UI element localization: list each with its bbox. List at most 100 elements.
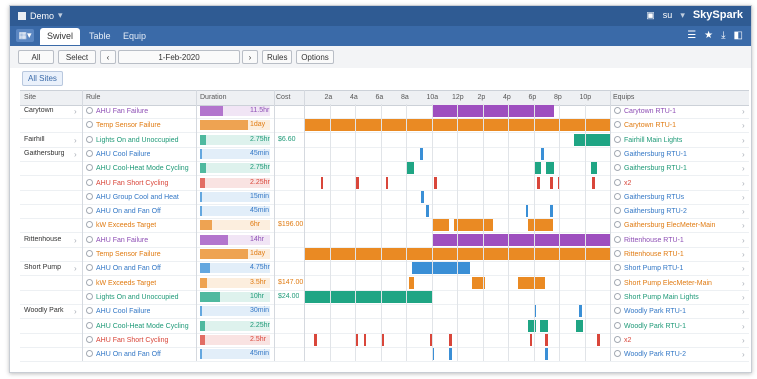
- rule-name[interactable]: AHU Fan Failure: [86, 107, 148, 115]
- table-row[interactable]: kW Exceeds Target 3.5hr $147.00 Short Pump …: [20, 276, 749, 291]
- column-header-duration[interactable]: Duration: [200, 94, 226, 101]
- event-bar[interactable]: [431, 105, 554, 117]
- equip-link[interactable]: Woodly Park RTU-2: [614, 350, 686, 358]
- equip-link[interactable]: Fairhill Main Lights: [614, 135, 682, 144]
- expand-arrow-icon[interactable]: ›: [74, 136, 77, 145]
- rule-name[interactable]: AHU Cool-Heat Mode Cycling: [86, 164, 189, 172]
- rule-name[interactable]: Temp Sensor Failure: [86, 250, 161, 258]
- expand-arrow-icon[interactable]: ›: [74, 264, 77, 273]
- rule-name[interactable]: kW Exceeds Target: [86, 278, 156, 287]
- row-chevron-icon[interactable]: ›: [742, 322, 745, 331]
- equip-link[interactable]: Carytown RTU-1: [614, 121, 676, 129]
- event-bar[interactable]: [518, 276, 545, 289]
- event-bar[interactable]: [544, 348, 548, 361]
- expand-arrow-icon[interactable]: ›: [74, 107, 77, 116]
- select-dropdown[interactable]: Select ▾: [58, 50, 96, 76]
- event-bar[interactable]: [434, 176, 437, 189]
- event-bar[interactable]: [525, 205, 529, 218]
- event-bar[interactable]: [590, 162, 598, 175]
- row-chevron-icon[interactable]: ›: [742, 236, 745, 245]
- row-chevron-icon[interactable]: ›: [742, 221, 745, 230]
- date-field[interactable]: 1-Feb-2020: [118, 50, 240, 64]
- event-bar[interactable]: [537, 176, 540, 189]
- next-date-button[interactable]: ›: [242, 50, 258, 64]
- equip-link[interactable]: Gaithersburg RTUs: [614, 192, 684, 201]
- rule-name[interactable]: AHU On and Fan Off: [86, 350, 161, 358]
- menu-lines-icon[interactable]: ☰: [687, 30, 696, 41]
- equip-link[interactable]: Rittenhouse RTU-1: [614, 250, 684, 258]
- table-row[interactable]: AHU Cool-Heat Mode Cycling 2.75hr Gaithers…: [20, 161, 749, 177]
- table-row[interactable]: Short Pump › AHU On and Fan Off 4.75hr Short…: [20, 261, 749, 277]
- row-chevron-icon[interactable]: ›: [742, 179, 745, 188]
- event-bar[interactable]: [575, 319, 584, 332]
- event-bar[interactable]: [528, 319, 537, 332]
- equip-link[interactable]: x2: [614, 335, 631, 344]
- options-button[interactable]: Options: [296, 50, 334, 64]
- event-bar[interactable]: [592, 176, 595, 189]
- expand-arrow-icon[interactable]: ›: [74, 150, 77, 159]
- event-bar[interactable]: [449, 348, 452, 361]
- table-row[interactable]: Rittenhouse › AHU Fan Failure 14hr Rittenhou…: [20, 233, 749, 248]
- equip-link[interactable]: Rittenhouse RTU-1: [614, 235, 684, 244]
- equip-link[interactable]: x2: [614, 178, 631, 187]
- rule-name[interactable]: AHU Fan Failure: [86, 235, 148, 244]
- event-bar[interactable]: [449, 333, 452, 346]
- event-bar[interactable]: [539, 319, 548, 332]
- rule-name[interactable]: AHU On and Fan Off: [86, 207, 161, 215]
- equip-link[interactable]: Carytown RTU-1: [614, 107, 676, 115]
- rule-name[interactable]: Temp Sensor Failure: [86, 121, 161, 129]
- event-bar[interactable]: [550, 205, 553, 218]
- bell-icon[interactable]: ▣: [646, 10, 655, 21]
- rule-name[interactable]: Lights On and Unoccupied: [86, 135, 179, 144]
- event-bar[interactable]: [454, 219, 493, 232]
- event-bar[interactable]: [528, 219, 553, 232]
- table-row[interactable]: Temp Sensor Failure 1day Rittenhouse RTU-1…: [20, 247, 749, 262]
- rule-name[interactable]: AHU On and Fan Off: [86, 264, 161, 272]
- table-row[interactable]: Woodly Park › AHU Cool Failure 30min Woodly …: [20, 304, 749, 320]
- event-bar[interactable]: [421, 190, 424, 203]
- download-icon[interactable]: ⤓: [721, 30, 725, 41]
- event-bar[interactable]: [426, 205, 429, 218]
- equip-link[interactable]: Short Pump ElecMeter-Main: [614, 278, 712, 287]
- tab-equip[interactable]: Equip: [116, 28, 153, 45]
- row-chevron-icon[interactable]: ›: [742, 193, 745, 202]
- table-row[interactable]: Lights On and Unoccupied 10hr $24.00 Short …: [20, 290, 749, 305]
- event-bar[interactable]: [408, 276, 414, 289]
- row-chevron-icon[interactable]: ›: [742, 336, 745, 345]
- event-bar[interactable]: [314, 333, 317, 346]
- table-row[interactable]: AHU On and Fan Off 45min Gaithersburg RTU-…: [20, 204, 749, 220]
- equip-link[interactable]: Short Pump Main Lights: [614, 292, 699, 301]
- table-row[interactable]: Fairhill › Lights On and Unoccupied 2.75hr $…: [20, 133, 749, 148]
- table-row[interactable]: Gaithersburg › AHU Cool Failure 45min Gaithe…: [20, 147, 749, 162]
- event-bar[interactable]: [550, 176, 553, 189]
- equip-link[interactable]: Gaithersburg ElecMeter-Main: [614, 221, 715, 229]
- column-header-equips[interactable]: Equips: [613, 94, 634, 101]
- column-header-cost[interactable]: Cost: [276, 94, 290, 101]
- event-bar[interactable]: [541, 147, 545, 160]
- rule-name[interactable]: AHU Fan Short Cycling: [86, 178, 168, 187]
- event-bar[interactable]: [304, 290, 432, 303]
- site-filter-chip[interactable]: All Sites: [22, 71, 63, 86]
- row-chevron-icon[interactable]: ›: [742, 293, 745, 302]
- row-chevron-icon[interactable]: ›: [742, 279, 745, 288]
- rule-name[interactable]: kW Exceeds Target: [86, 221, 156, 229]
- row-chevron-icon[interactable]: ›: [742, 150, 745, 159]
- equip-link[interactable]: Short Pump RTU-1: [614, 264, 683, 272]
- table-row[interactable]: AHU Fan Short Cycling 2.5hr x2 ›: [20, 333, 749, 348]
- event-bar[interactable]: [574, 133, 610, 146]
- table-row[interactable]: AHU Fan Short Cycling 2.25hr x2 ›: [20, 176, 749, 191]
- user-menu[interactable]: su: [663, 10, 673, 20]
- table-row[interactable]: AHU Cool-Heat Mode Cycling 2.25hr Woodly P…: [20, 319, 749, 334]
- event-bar[interactable]: [533, 162, 542, 175]
- rule-name[interactable]: AHU Cool Failure: [86, 149, 150, 158]
- row-chevron-icon[interactable]: ›: [742, 350, 745, 359]
- table-row[interactable]: Temp Sensor Failure 1day Carytown RTU-1 ›: [20, 118, 749, 134]
- event-bar[interactable]: [406, 162, 414, 175]
- event-bar[interactable]: [597, 333, 600, 346]
- event-bar[interactable]: [431, 219, 450, 232]
- row-chevron-icon[interactable]: ›: [742, 136, 745, 145]
- tab-table[interactable]: Table: [82, 28, 118, 45]
- rule-name[interactable]: AHU Group Cool and Heat: [86, 192, 179, 201]
- event-bar[interactable]: [546, 162, 554, 175]
- all-sites-button[interactable]: All Sites: [18, 50, 54, 76]
